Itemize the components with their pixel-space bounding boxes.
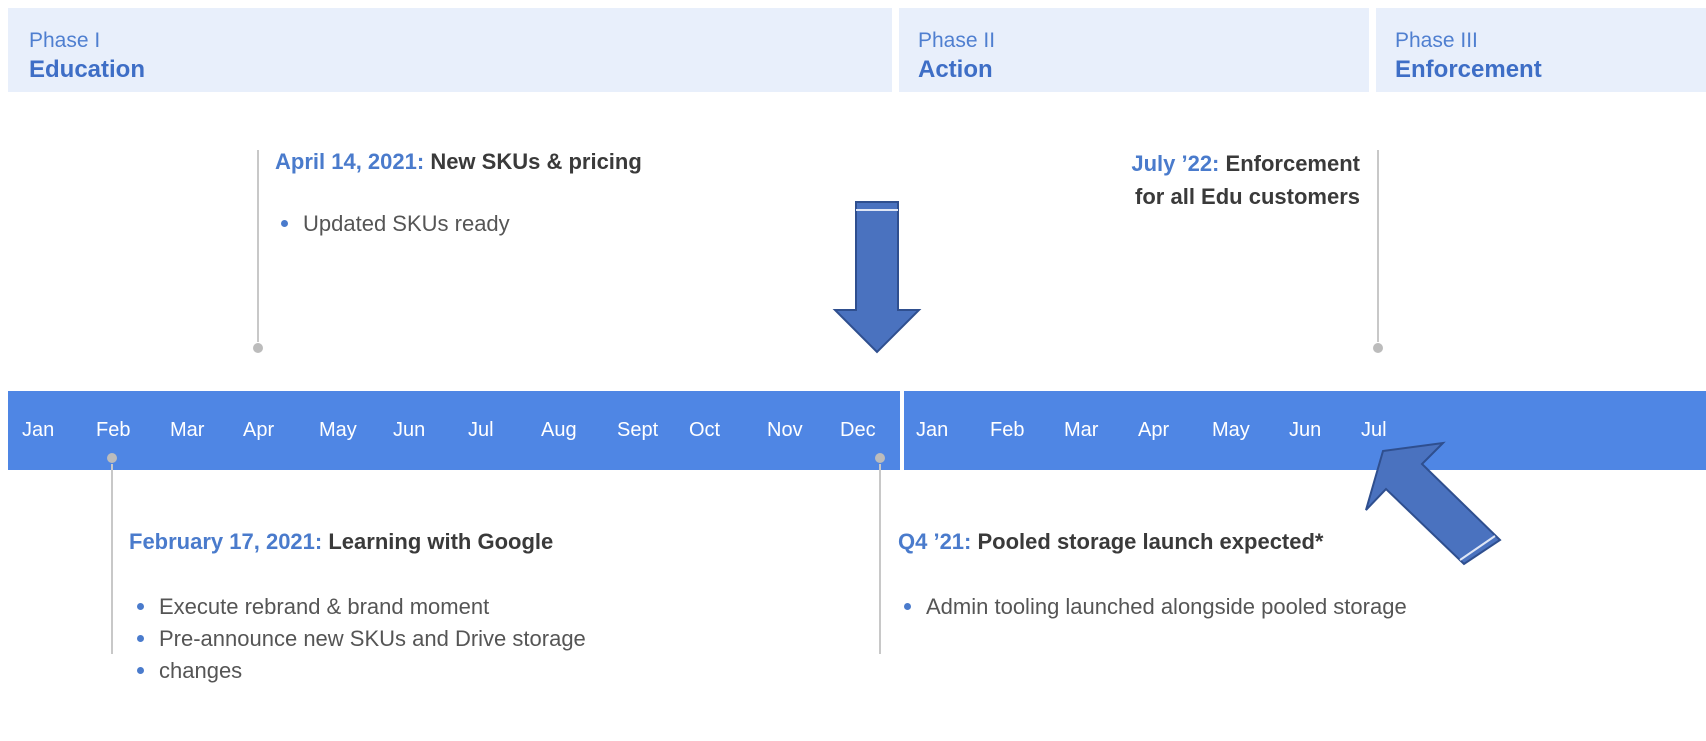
diagonal-arrow-icon: [1365, 441, 1502, 566]
